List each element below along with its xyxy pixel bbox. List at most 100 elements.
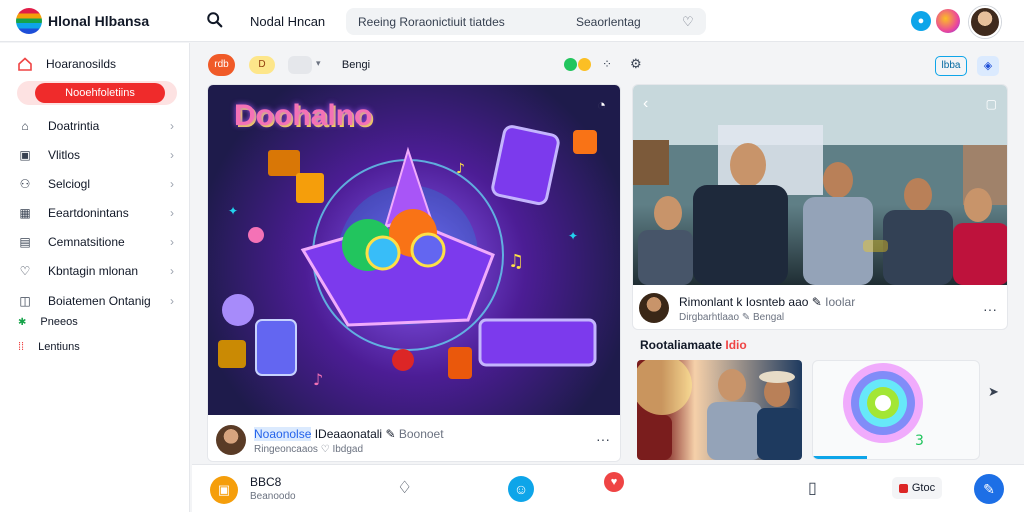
video-title-text: Rimonlant k Iosnteb aao bbox=[679, 295, 809, 309]
book-icon: ◫ bbox=[19, 294, 31, 308]
users-icon: ⚇ bbox=[19, 177, 31, 191]
filter-chip-yellow[interactable]: D bbox=[249, 56, 275, 74]
top-nav-link[interactable]: Nodal Hncan bbox=[250, 14, 325, 29]
chevron-down-icon[interactable]: ▾ bbox=[316, 58, 321, 69]
settings-icon[interactable]: ◔ bbox=[597, 97, 606, 114]
sidebar-item-7[interactable]: ◫ Boiatemen Ontanig › bbox=[18, 290, 178, 312]
pencil-icon: ✎ bbox=[741, 312, 751, 323]
progress-bar bbox=[813, 456, 867, 459]
hero-author[interactable]: Noaonolse IDeaaonatali ✎ Boonoet bbox=[254, 427, 444, 441]
svg-text:3: 3 bbox=[915, 433, 924, 449]
user-avatar[interactable] bbox=[969, 6, 1001, 38]
hero-meta-text: Ringeoncaaos bbox=[254, 444, 318, 455]
home-icon bbox=[18, 57, 32, 71]
emoji-icon[interactable] bbox=[936, 9, 960, 33]
video-card[interactable]: ‹ ▢ Rimonlant k Iosnteb aao ✎ Ioolar Dir… bbox=[632, 84, 1008, 330]
svg-text:♪: ♪ bbox=[313, 370, 323, 389]
vinyl-icon: 3 bbox=[843, 363, 924, 449]
brand-name[interactable]: Hlonal Hlbansa bbox=[48, 13, 149, 29]
sidebar-item-label: Kbntagin mlonan bbox=[48, 264, 139, 278]
bookmark-icon[interactable]: ▯ bbox=[808, 478, 817, 498]
grid-icon: ⁞⁞ bbox=[18, 341, 25, 353]
hero-meta-suffix: Ibdgad bbox=[332, 444, 364, 455]
notification-icon[interactable]: ● bbox=[911, 11, 931, 31]
top-bar: Hlonal Hlbansa Nodal Hncan Reeing Roraon… bbox=[0, 0, 1024, 42]
sidebar-item-6[interactable]: ♡ Kbntagin mlonan › bbox=[18, 260, 178, 282]
bottom-chip[interactable]: Gtoc bbox=[892, 477, 942, 499]
author-name: IDeaaonatali bbox=[314, 427, 383, 441]
captions-icon[interactable]: ▢ bbox=[986, 97, 997, 111]
filter-row: rdb D ▾ Bengi ⁘ ⚙ lbba ◈ bbox=[192, 44, 1024, 84]
video-meta: Dirgbarhtlaao ✎ Bengal bbox=[679, 312, 784, 323]
video-footer: Rimonlant k Iosnteb aao ✎ Ioolar Dirgbar… bbox=[633, 285, 1007, 329]
bottom-chip-label: Gtoc bbox=[911, 482, 936, 494]
channel-avatar[interactable] bbox=[639, 293, 669, 323]
sidebar-home-label: Hoaranosilds bbox=[46, 57, 117, 71]
filter-chip-red[interactable]: rdb bbox=[208, 54, 235, 76]
heart-icon: ♡ bbox=[320, 444, 330, 455]
sidebar-item-5[interactable]: ▤ Cemnatsitione › bbox=[18, 231, 178, 253]
search-bar[interactable]: Reeing Roraonictiuit tiatdes Seaorlentag… bbox=[346, 8, 706, 35]
record-icon bbox=[898, 483, 908, 493]
more-options-icon[interactable]: ··· bbox=[983, 301, 997, 317]
filter-chip-gray[interactable] bbox=[288, 56, 312, 74]
status-dot-icon[interactable] bbox=[564, 58, 577, 71]
svg-text:♪: ♪ bbox=[456, 161, 465, 177]
video-thumbnail[interactable]: ‹ ▢ bbox=[633, 85, 1007, 285]
hero-card[interactable]: ♪ ♫ ♪ ✦ ✦ Doohalno ◔ Noaonolse IDeaaonat… bbox=[207, 84, 621, 462]
pencil-icon: ✎ bbox=[385, 427, 396, 441]
sidebar-item-label: Vlitlos bbox=[48, 148, 81, 162]
video-meta-suffix: Bengal bbox=[753, 312, 785, 323]
video-title[interactable]: Rimonlant k Iosnteb aao ✎ Ioolar bbox=[679, 295, 855, 309]
filter-tag[interactable]: Bengi bbox=[335, 55, 377, 75]
chevron-right-icon: › bbox=[170, 235, 174, 249]
section-title-text: Rootaliamaate bbox=[640, 338, 723, 352]
search-input[interactable]: Reeing Roraonictiuit tiatdes bbox=[358, 15, 505, 29]
grid-view-icon[interactable]: ⁘ bbox=[602, 57, 612, 71]
chevron-right-icon: › bbox=[170, 294, 174, 308]
sidebar-small-item-1[interactable]: ✱ Pneeos bbox=[18, 316, 78, 328]
outline-button[interactable]: lbba bbox=[935, 56, 967, 76]
back-arrow-icon[interactable]: ‹ bbox=[643, 95, 648, 113]
sidebar-item-label: Eeartdonintans bbox=[48, 206, 129, 220]
chevron-right-icon: › bbox=[170, 148, 174, 162]
video-icon: ▣ bbox=[19, 148, 31, 162]
more-options-icon[interactable]: ··· bbox=[596, 431, 610, 447]
hero-image[interactable]: ♪ ♫ ♪ ✦ ✦ Doohalno ◔ bbox=[208, 85, 620, 415]
sidebar-item-active[interactable]: Nooehfoletiins bbox=[17, 81, 177, 105]
author-avatar[interactable] bbox=[216, 425, 246, 455]
hero-title: Doohalno bbox=[234, 99, 373, 132]
share-button[interactable]: ◈ bbox=[977, 56, 999, 76]
chevron-right-icon: › bbox=[170, 264, 174, 278]
bell-icon[interactable]: ♢ bbox=[397, 478, 412, 498]
calendar-icon: ▦ bbox=[19, 206, 31, 220]
sidebar-home[interactable]: Hoaranosilds bbox=[18, 57, 116, 71]
chevron-right-icon: › bbox=[170, 119, 174, 133]
sidebar-item-3[interactable]: ⚇ Selciogl › bbox=[18, 173, 178, 195]
search-icon[interactable] bbox=[206, 11, 224, 29]
svg-text:✦: ✦ bbox=[568, 229, 578, 243]
sidebar-item-4[interactable]: ▦ Eeartdonintans › bbox=[18, 202, 178, 224]
bottom-bar: ▣ BBC8 Beanoodo ♢ ☺ ♥ ▯ Gtoc ✎ bbox=[192, 464, 1024, 512]
smiley-icon[interactable]: ☺ bbox=[508, 476, 534, 502]
sidebar-item-1[interactable]: ⌂ Doatrintia › bbox=[18, 115, 178, 137]
video-scene bbox=[633, 125, 1007, 285]
related-thumbnail-2[interactable]: 3 bbox=[812, 360, 980, 460]
chevron-right-icon: › bbox=[170, 206, 174, 220]
sidebar-item-2[interactable]: ▣ Vlitlos › bbox=[18, 144, 178, 166]
section-title-accent: Idio bbox=[725, 338, 747, 352]
gear-icon[interactable]: ⚙ bbox=[630, 56, 642, 72]
brand-logo[interactable] bbox=[16, 8, 42, 34]
hero-footer: Noaonolse IDeaaonatali ✎ Boonoet Ringeon… bbox=[208, 415, 620, 461]
video-title-suffix: Ioolar bbox=[825, 295, 856, 309]
sidebar-item-label: Boiatemen Ontanig bbox=[48, 294, 151, 308]
sidebar-small-item-2[interactable]: ⁞⁞ Lentiuns bbox=[18, 341, 80, 353]
section-title: Rootaliamaate Idio bbox=[640, 338, 747, 352]
related-thumbnail-1[interactable] bbox=[637, 360, 802, 460]
search-scope[interactable]: Seaorlentag bbox=[576, 15, 641, 29]
status-dot-icon[interactable] bbox=[578, 58, 591, 71]
heart-badge-icon[interactable]: ♥ bbox=[604, 472, 624, 492]
app-icon[interactable]: ▣ bbox=[210, 476, 238, 504]
compose-button[interactable]: ✎ bbox=[974, 474, 1004, 504]
heart-icon[interactable]: ♡ bbox=[682, 14, 694, 30]
